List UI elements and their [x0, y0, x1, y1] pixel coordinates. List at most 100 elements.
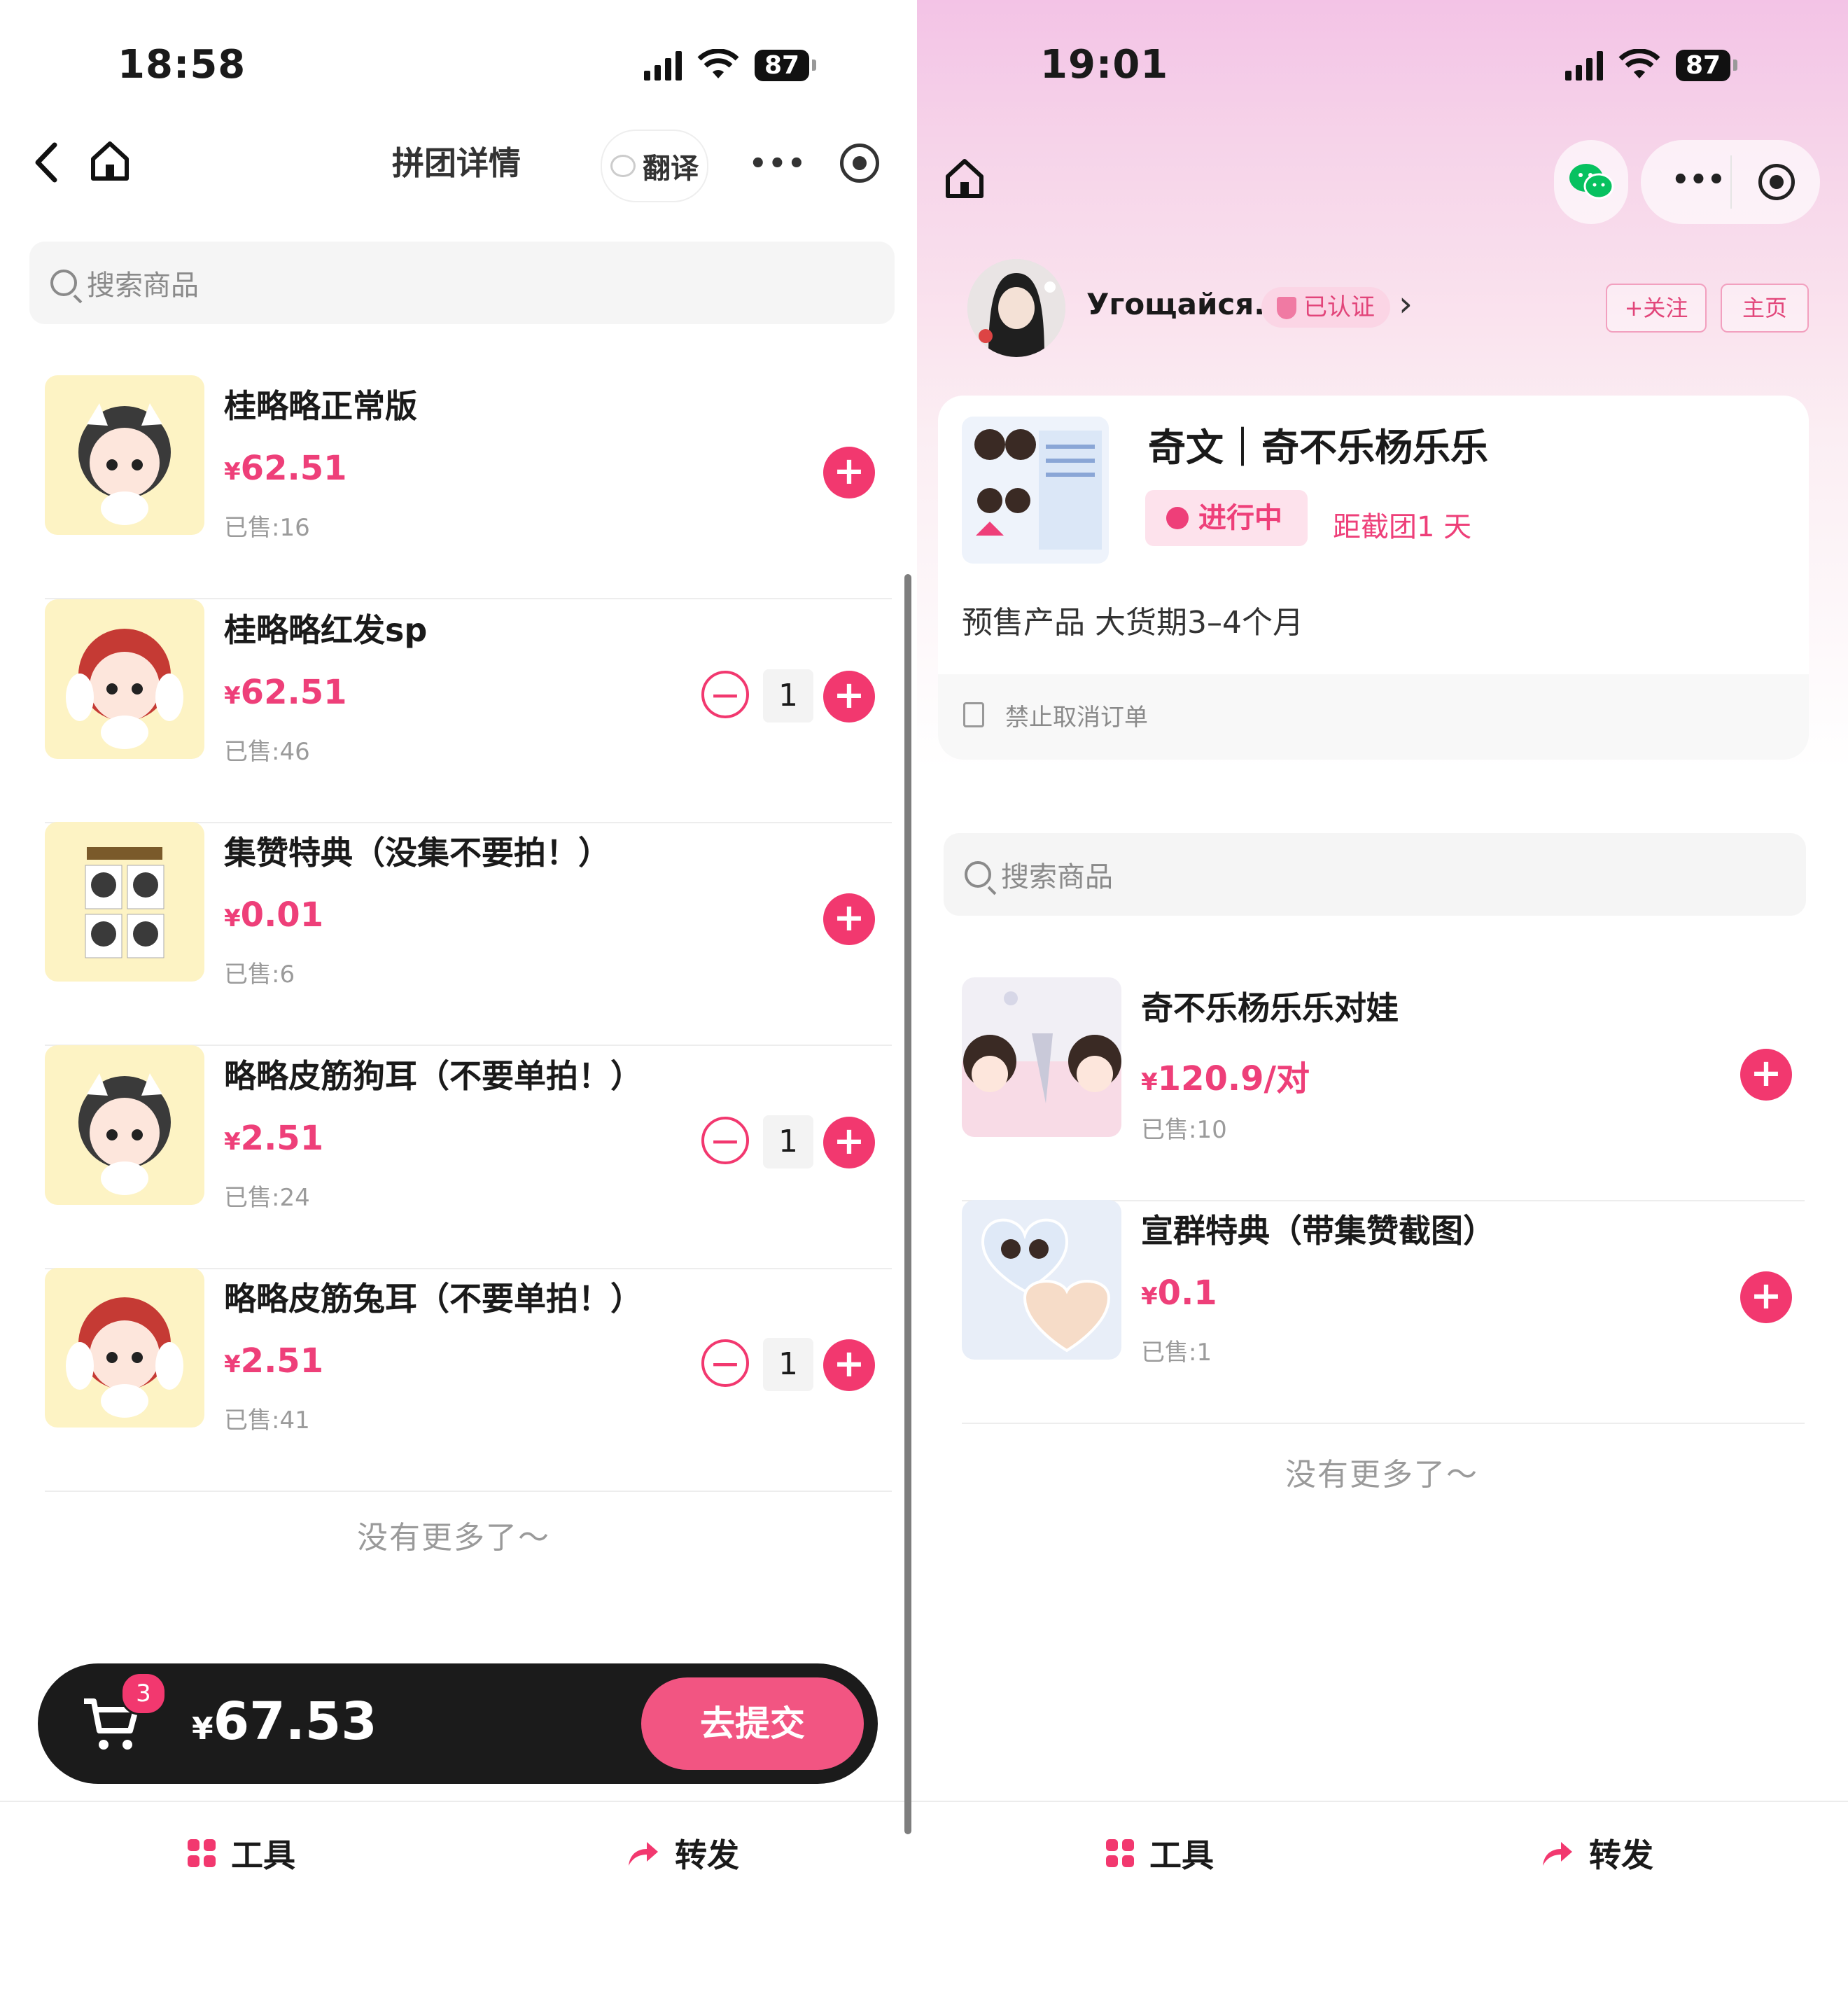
deadline-text: 距截团1 天 [1333, 511, 1472, 543]
home-icon[interactable] [942, 155, 987, 200]
product-row[interactable]: 宣群特典（带集赞截图） ¥0.1 已售:1 + [962, 1200, 1805, 1424]
product-sold: 已售:41 [224, 1407, 310, 1435]
quantity-value: 1 [763, 1338, 813, 1391]
product-name: 桂略略正常版 [224, 387, 417, 425]
share-icon [1543, 1842, 1572, 1866]
tab-share[interactable]: 转发 [626, 1830, 739, 1876]
scrollbar[interactable] [904, 574, 911, 1834]
search-input[interactable]: 搜索商品 [29, 242, 895, 324]
verified-badge: 已认证 [1261, 287, 1390, 328]
left-screen: 18:58 87 拼团详情 翻译 ••• 搜索商品 桂略略正常版 ¥62.51 … [0, 0, 917, 2010]
product-image [45, 1268, 204, 1428]
follow-button[interactable]: +关注 [1606, 284, 1707, 333]
policy-text: 禁止取消订单 [1005, 704, 1148, 732]
product-name: 集赞特典（没集不要拍！） [224, 834, 610, 872]
status-badge: 进行中 [1145, 490, 1308, 546]
product-sold: 已售:16 [224, 514, 310, 542]
cart-total: ¥67.53 [192, 1691, 377, 1752]
product-name: 宣群特典（带集赞截图） [1141, 1212, 1495, 1250]
product-price: ¥2.51 [224, 1119, 324, 1158]
home-icon[interactable] [88, 138, 132, 183]
product-price: ¥0.01 [224, 895, 324, 935]
cart-bar: 3 ¥67.53 去提交 [38, 1663, 878, 1784]
plus-icon[interactable]: + [1740, 1049, 1792, 1101]
tab-tools[interactable]: 工具 [188, 1830, 295, 1876]
tab-share-label: 转发 [1589, 1836, 1653, 1874]
no-more-text: 没有更多了～ [1285, 1457, 1478, 1493]
product-price: ¥0.1 [1141, 1273, 1217, 1313]
tab-share-label: 转发 [675, 1836, 739, 1874]
product-sold: 已售:1 [1141, 1339, 1212, 1367]
homepage-button[interactable]: 主页 [1721, 284, 1809, 333]
more-icon[interactable]: ••• [749, 148, 807, 180]
target-icon[interactable] [1758, 164, 1795, 200]
status-icons: 87 [644, 49, 817, 81]
more-icon[interactable]: ••• [1672, 164, 1726, 196]
product-image [45, 1045, 204, 1205]
wechat-button[interactable] [1554, 140, 1628, 224]
tab-tools-label: 工具 [1149, 1836, 1214, 1874]
avatar[interactable] [967, 259, 1065, 357]
status-icons: 87 [1565, 49, 1738, 81]
profile-name[interactable]: Угощайся. [1086, 287, 1265, 321]
product-image [962, 1200, 1121, 1360]
product-image [45, 599, 204, 759]
product-row[interactable]: 奇不乐杨乐乐对娃 ¥120.9/对 已售:10 + [962, 977, 1805, 1201]
search-input[interactable]: 搜索商品 [944, 833, 1806, 916]
tab-share[interactable]: 转发 [1540, 1830, 1653, 1876]
document-icon [963, 702, 984, 727]
plus-icon[interactable]: + [823, 671, 875, 723]
product-sold: 已售:46 [224, 738, 310, 766]
signal-icon [644, 50, 682, 81]
status-time: 18:58 [118, 42, 246, 88]
product-image [45, 822, 204, 982]
capsule-menu: ••• [1641, 140, 1820, 224]
plus-icon[interactable]: + [823, 893, 875, 945]
quantity-value: 1 [763, 1115, 813, 1168]
product-name: 略略皮筋兔耳（不要单拍！） [224, 1280, 643, 1318]
product-sold: 已售:10 [1141, 1116, 1227, 1144]
plus-icon[interactable]: + [823, 447, 875, 498]
chevron-right-icon[interactable]: › [1399, 284, 1413, 324]
product-row[interactable]: 集赞特典（没集不要拍！） ¥0.01 已售:6 + [45, 822, 892, 1046]
product-row[interactable]: 略略皮筋兔耳（不要单拍！） ¥2.51 已售:41 − 1 + [45, 1268, 892, 1492]
share-icon [629, 1842, 658, 1866]
bottom-tab-bar: 工具 转发 [917, 1801, 1848, 1907]
product-name: 奇不乐杨乐乐对娃 [1141, 989, 1399, 1027]
submit-button[interactable]: 去提交 [641, 1677, 864, 1770]
product-image [45, 375, 204, 535]
minus-icon[interactable]: − [701, 1339, 749, 1387]
group-cover-image [962, 417, 1109, 564]
plus-icon[interactable]: + [823, 1117, 875, 1168]
translate-label: 翻译 [643, 153, 699, 185]
product-sold: 已售:6 [224, 961, 295, 989]
wifi-icon [697, 49, 739, 78]
battery-indicator: 87 [1676, 49, 1738, 81]
minus-icon[interactable]: − [701, 1117, 749, 1164]
product-name: 桂略略红发sp [224, 611, 428, 649]
tab-tools[interactable]: 工具 [1106, 1830, 1214, 1876]
nav-bar: 拼团详情 翻译 ••• [0, 123, 917, 207]
product-price: ¥62.51 [224, 673, 347, 712]
target-icon[interactable] [840, 144, 879, 183]
back-icon[interactable] [27, 138, 69, 187]
presale-note: 预售产品 大货期3–4个月 [962, 605, 1303, 641]
plus-icon[interactable]: + [1740, 1271, 1792, 1323]
product-row[interactable]: 桂略略红发sp ¥62.51 已售:46 − 1 + [45, 599, 892, 823]
minus-icon[interactable]: − [701, 671, 749, 718]
product-row[interactable]: 桂略略正常版 ¥62.51 已售:16 + [45, 375, 892, 599]
product-row[interactable]: 略略皮筋狗耳（不要单拍！） ¥2.51 已售:24 − 1 + [45, 1045, 892, 1269]
plus-icon[interactable]: + [823, 1339, 875, 1391]
quantity-value: 1 [763, 669, 813, 723]
tab-tools-label: 工具 [231, 1836, 295, 1874]
search-placeholder: 搜索商品 [87, 270, 199, 302]
group-info-card: 奇文｜奇不乐杨乐乐 进行中 距截团1 天 预售产品 大货期3–4个月 禁止取消订… [938, 396, 1809, 760]
group-title: 奇文｜奇不乐杨乐乐 [1148, 426, 1488, 470]
status-time: 19:01 [1040, 42, 1169, 88]
cart-count-badge: 3 [120, 1672, 167, 1715]
product-price: ¥62.51 [224, 449, 347, 488]
search-placeholder: 搜索商品 [1001, 861, 1113, 893]
search-icon [50, 270, 77, 296]
signal-icon [1565, 50, 1603, 81]
translate-button[interactable]: 翻译 [601, 130, 708, 202]
